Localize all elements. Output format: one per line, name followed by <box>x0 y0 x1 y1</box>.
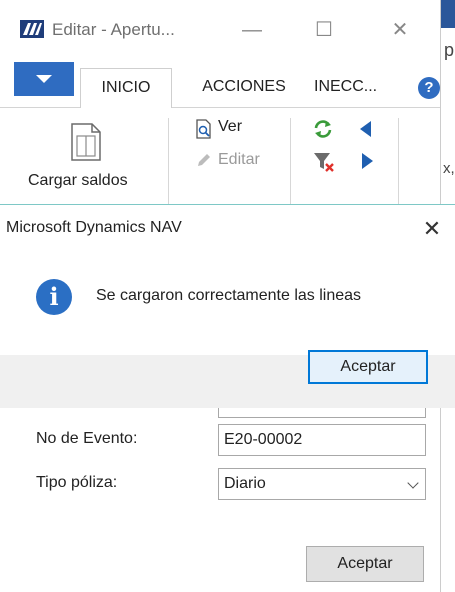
document-icon <box>71 123 101 161</box>
dialog-message: Se cargaron correctamente las lineas <box>96 287 362 304</box>
tipo-poliza-label: Tipo póliza: <box>36 474 118 491</box>
tab-inecc[interactable]: INECC... <box>314 68 414 108</box>
ribbon-separator <box>168 118 169 204</box>
ribbon-body: Cargar saldos Ver Editar <box>0 108 440 204</box>
no-evento-label: No de Evento: <box>36 430 138 447</box>
message-dialog: Microsoft Dynamics NAV ✕ i Se cargaron c… <box>0 204 455 409</box>
clear-filter-icon[interactable] <box>312 150 336 174</box>
edge-text-1: p <box>444 40 455 60</box>
dialog-aceptar-button[interactable]: Aceptar <box>308 350 428 384</box>
ribbon-separator <box>290 118 291 204</box>
file-menu-button[interactable] <box>14 62 74 96</box>
ribbon-tab-bar: INICIO ACCIONES INECC... ? <box>0 60 440 109</box>
background-window-edge: p x, <box>440 0 455 230</box>
refresh-icon[interactable] <box>312 118 334 140</box>
help-icon[interactable]: ? <box>418 77 440 99</box>
view-icon <box>196 119 211 139</box>
partial-field <box>218 408 426 418</box>
tipo-poliza-select[interactable]: Diario <box>218 468 426 500</box>
background-window-strip <box>441 0 455 28</box>
chevron-down-icon <box>407 477 419 489</box>
minimize-button[interactable]: — <box>232 14 272 46</box>
info-icon: i <box>36 279 72 315</box>
dialog-title: Microsoft Dynamics NAV <box>6 219 182 236</box>
window-close-button[interactable]: ✕ <box>380 14 420 46</box>
editar-label: Editar <box>218 151 260 168</box>
ver-label: Ver <box>218 118 243 135</box>
ribbon-separator <box>398 118 399 204</box>
arrow-right-icon[interactable] <box>362 153 373 169</box>
tipo-poliza-value: Diario <box>224 475 266 492</box>
window-title: Editar - Apertu... <box>52 20 175 39</box>
tab-inicio[interactable]: INICIO <box>80 68 172 109</box>
file-menu-caret-icon <box>36 75 52 83</box>
form-aceptar-button[interactable]: Aceptar <box>306 546 424 582</box>
arrow-left-icon[interactable] <box>360 121 371 137</box>
tab-acciones[interactable]: ACCIONES <box>186 68 302 108</box>
dialog-close-button[interactable]: ✕ <box>418 215 446 243</box>
maximize-button[interactable]: ☐ <box>304 14 344 46</box>
no-evento-field[interactable]: E20-00002 <box>218 424 426 456</box>
form-edge <box>440 408 455 592</box>
form-area: No de Evento: E20-00002 Tipo póliza: Dia… <box>0 408 440 592</box>
edge-text-2: x, <box>443 160 455 177</box>
app-logo-icon <box>20 20 44 38</box>
window-titlebar: Editar - Apertu... — ☐ ✕ <box>0 0 440 56</box>
cargar-saldos-label: Cargar saldos <box>28 172 128 189</box>
edit-pencil-icon <box>198 154 210 166</box>
